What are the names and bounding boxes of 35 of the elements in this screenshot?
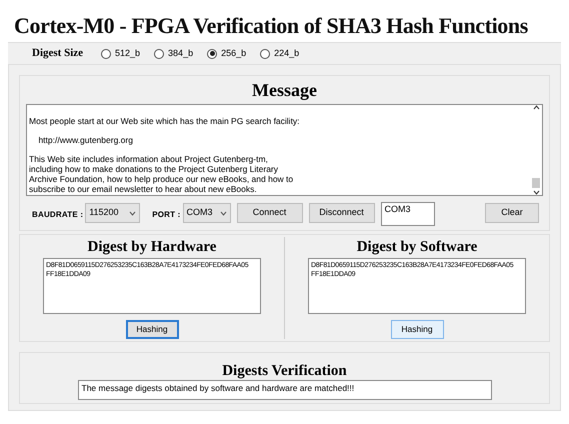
hashing-button[interactable]: Hashing <box>390 320 444 339</box>
baudrate-label: BAUDRATE : <box>32 208 84 220</box>
message-line: including how to make donations to the Project Gutenberg Literary <box>29 164 278 174</box>
dropdown-value: 115200 <box>89 206 119 220</box>
disconnect-button[interactable]: Disconnect <box>308 203 374 223</box>
message-line: Archive Foundation, how to help produce our new eBooks, and how to <box>29 174 294 184</box>
verification-result-field[interactable]: The message digests obtained by software and hardware are matched!!! <box>78 380 492 400</box>
clear-button[interactable]: Clear <box>485 203 539 223</box>
section-heading: Digest by Software <box>356 238 478 256</box>
dropdown[interactable]: COM3 <box>182 203 230 223</box>
scroll-thumb[interactable] <box>532 178 540 188</box>
dropdown[interactable]: 115200 <box>85 203 140 223</box>
scroll-down-icon[interactable] <box>532 190 540 195</box>
radio-option[interactable]: 224_b <box>260 46 300 60</box>
app-title: Cortex-M0 - FPGA Verification of SHA3 Hash Functions <box>13 12 528 39</box>
radio-option[interactable]: 256_b <box>207 46 246 60</box>
message-line: This Web site includes information about Project Gutenberg-tm, <box>29 154 268 164</box>
chevron-down-icon <box>129 210 136 216</box>
radio-option[interactable]: 384_b <box>154 46 194 60</box>
message-line: Most people start at our Web site which has the main PG search facility: <box>29 116 300 126</box>
connect-button[interactable]: Connect <box>236 203 302 223</box>
hashing-button[interactable]: Hashing <box>126 320 178 339</box>
message-textarea[interactable] <box>26 104 543 196</box>
digest-size-label: Digest Size <box>32 46 84 62</box>
section-heading: Message <box>251 79 318 101</box>
section-heading: Digests Verification <box>222 362 347 380</box>
message-line: http://www.gutenberg.org <box>37 135 133 145</box>
chevron-down-icon <box>220 210 226 216</box>
message-line: subscribe to our email newsletter to hear about new eBooks. <box>29 184 257 194</box>
port-label: PORT : <box>152 208 180 220</box>
port-status-field[interactable]: COM3 <box>380 202 434 226</box>
section-heading: Digest by Hardware <box>88 238 216 256</box>
radio-option[interactable]: 512_b <box>101 46 140 60</box>
scroll-up-icon[interactable] <box>532 105 540 110</box>
dropdown-value: COM3 <box>186 206 213 220</box>
